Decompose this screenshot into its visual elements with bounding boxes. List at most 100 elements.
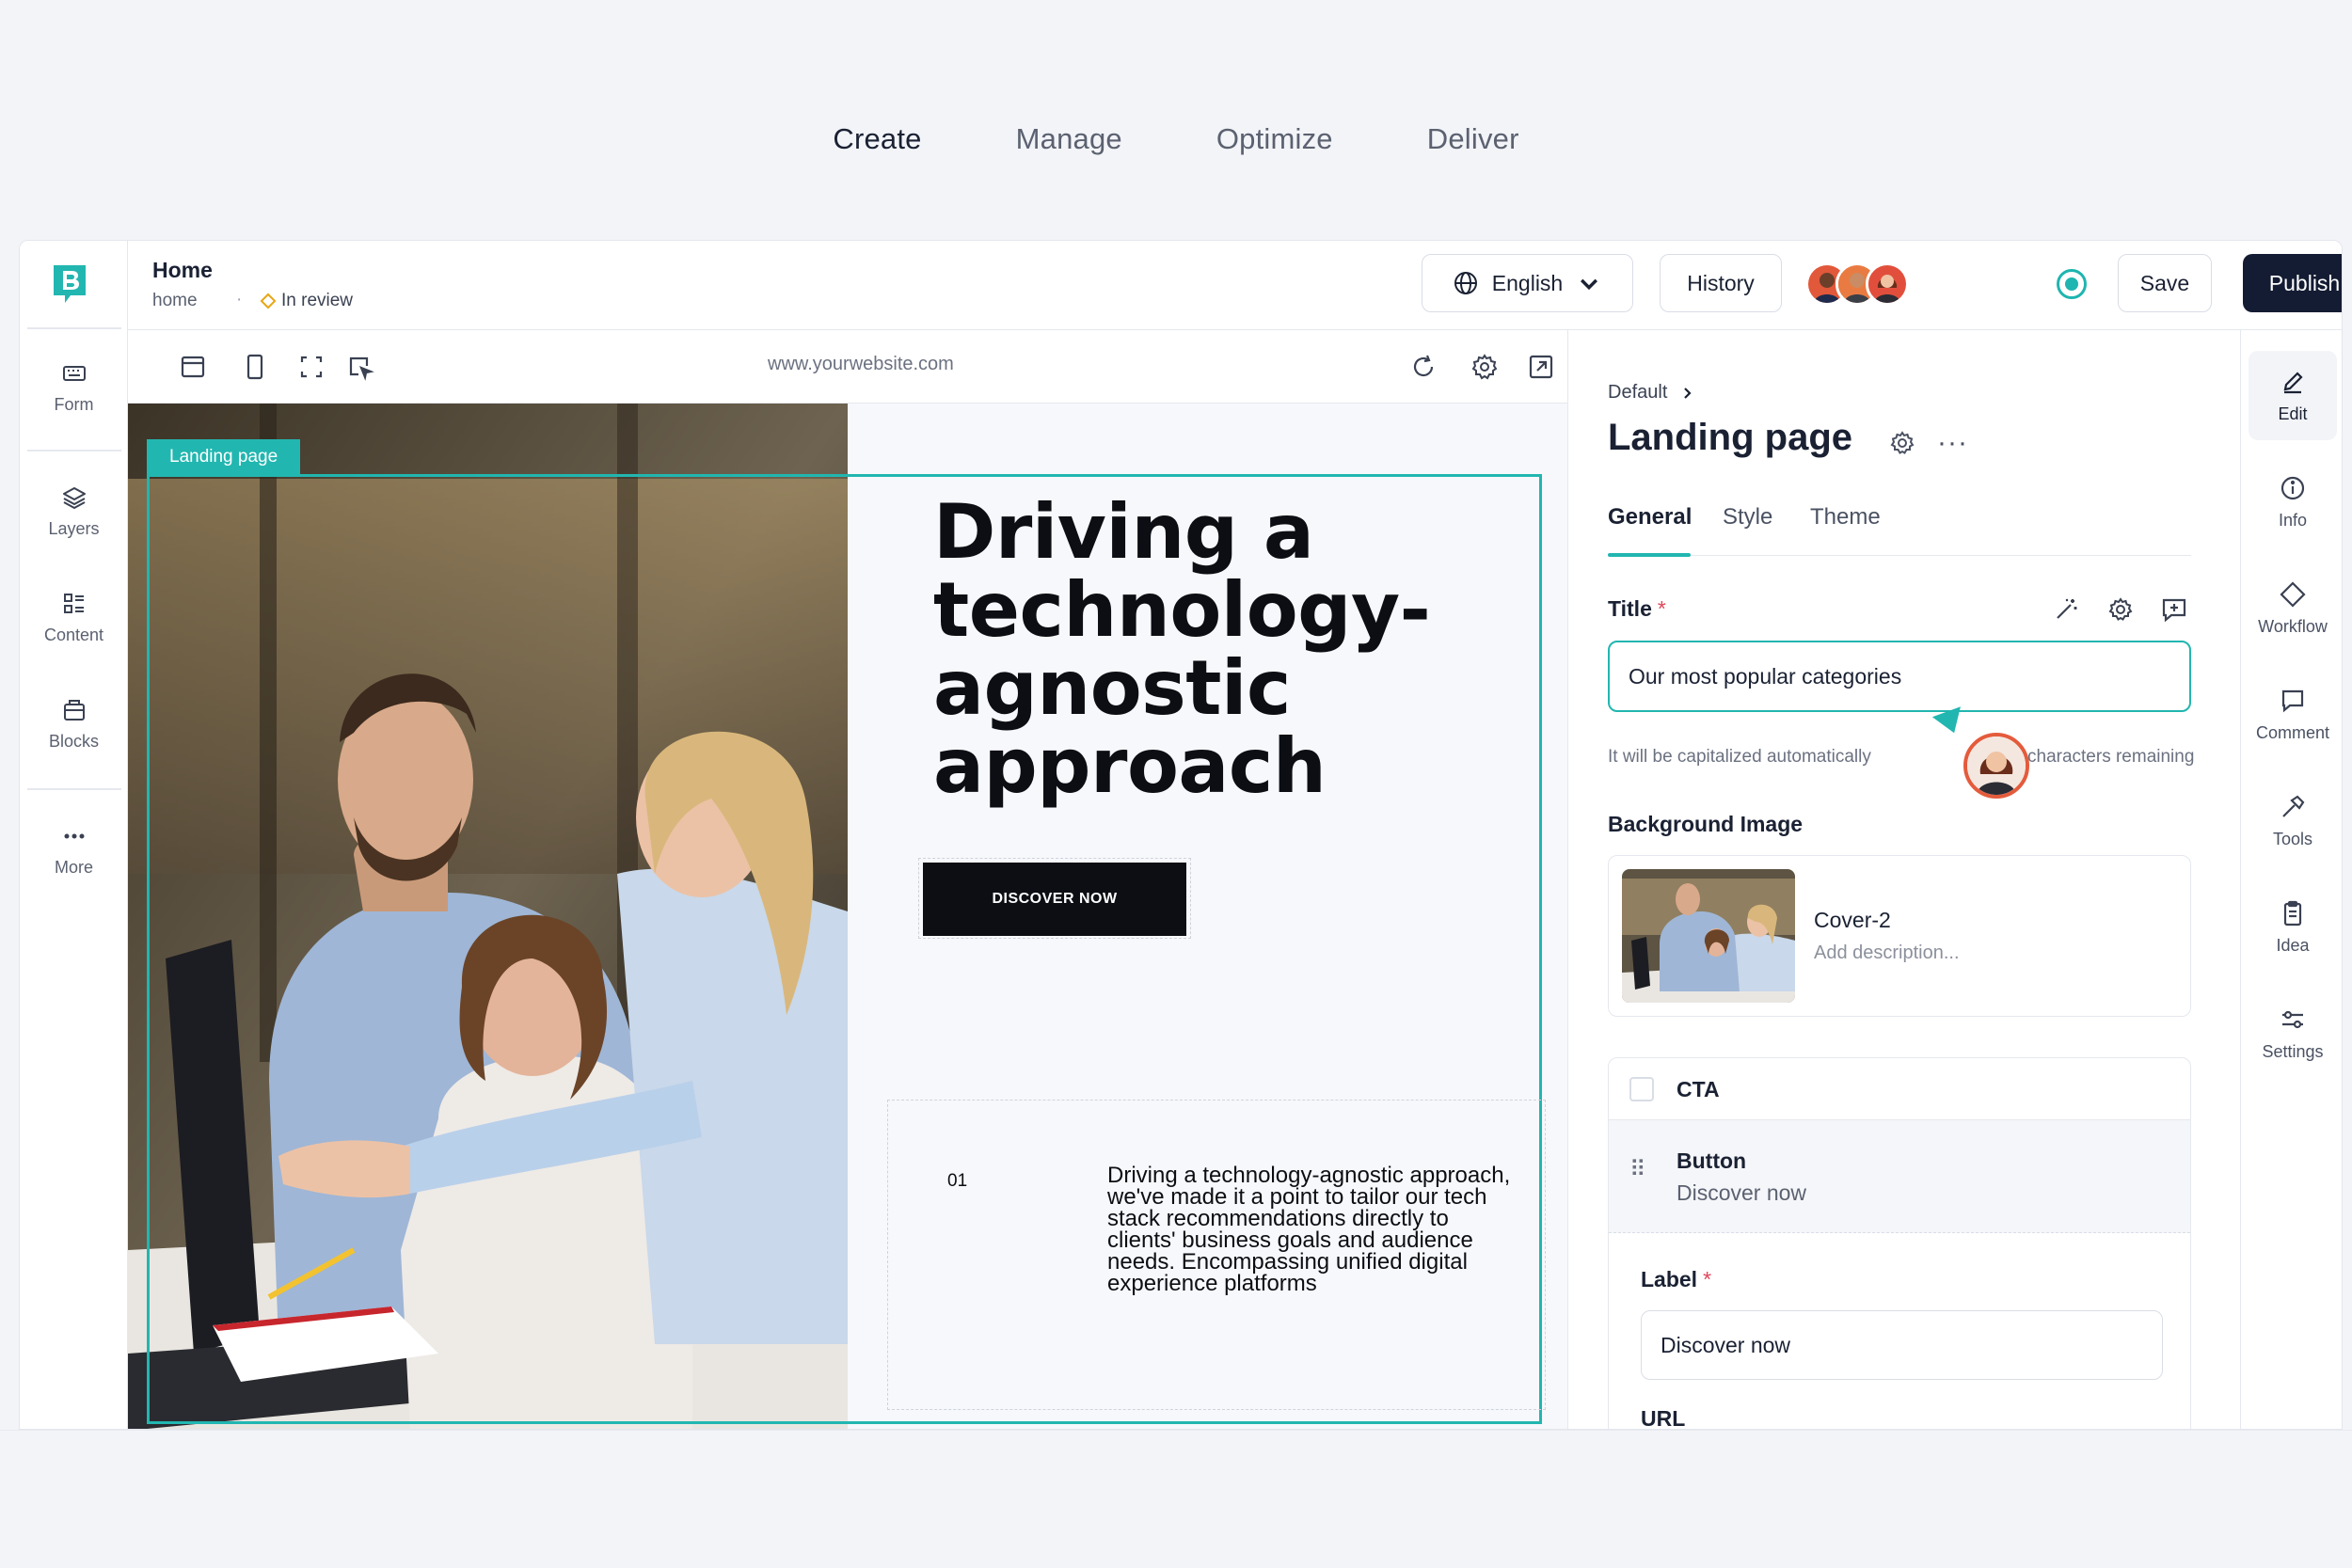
nav-create[interactable]: Create — [833, 122, 921, 174]
desktop-view-icon[interactable] — [177, 351, 209, 383]
rail-item-settings[interactable]: Settings — [2249, 989, 2337, 1078]
feature-number: 01 — [947, 1171, 968, 1191]
bottom-area — [0, 1430, 2352, 1568]
globe-icon — [1454, 272, 1477, 294]
rail-item-more[interactable]: More — [20, 807, 128, 892]
rail-item-info[interactable]: Info — [2249, 457, 2337, 546]
properties-panel: Default Landing page ··· General Style T… — [1567, 330, 2240, 1429]
drag-handle-icon[interactable]: ⠿ — [1629, 1156, 1646, 1183]
rail-item-form[interactable]: Form — [20, 344, 128, 429]
breadcrumb[interactable]: Default — [1608, 382, 1693, 404]
comment-add-icon[interactable] — [2158, 594, 2190, 626]
panel-tabs: General Style Theme — [1608, 504, 2191, 557]
required-mark: * — [1703, 1267, 1712, 1291]
gear-icon[interactable] — [1469, 351, 1501, 383]
rail-label: More — [54, 857, 93, 877]
page-name: Home — [152, 258, 213, 282]
left-rail: Form Layers Content Blocks More — [20, 241, 128, 1429]
rail-item-idea[interactable]: Idea — [2249, 882, 2337, 972]
breadcrumb-item[interactable]: Default — [1608, 382, 1667, 404]
nav-deliver[interactable]: Deliver — [1427, 122, 1519, 174]
rail-label: Edit — [2278, 404, 2308, 423]
rail-item-comment[interactable]: Comment — [2249, 670, 2337, 759]
status-label: In review — [281, 291, 354, 310]
magic-wand-icon[interactable] — [2050, 594, 2082, 626]
required-mark: * — [1657, 596, 1666, 621]
label-label-text: Label — [1641, 1267, 1698, 1291]
tab-style[interactable]: Style — [1723, 504, 1772, 531]
canvas-toolbar: www.yourwebsite.com — [128, 330, 1567, 404]
label-field-label: Label * — [1641, 1267, 1711, 1292]
label-input[interactable] — [1641, 1310, 2163, 1380]
brand-logo[interactable] — [50, 261, 89, 307]
tab-general[interactable]: General — [1608, 504, 1692, 531]
content-icon — [63, 593, 84, 613]
save-button[interactable]: Save — [2118, 254, 2212, 312]
background-image-label: Background Image — [1608, 812, 1804, 836]
rail-item-layers[interactable]: Layers — [20, 468, 128, 553]
live-status-icon[interactable] — [2057, 269, 2087, 299]
rail-label: Content — [43, 625, 104, 644]
background-image-card[interactable]: Cover-2 Add description... — [1608, 855, 2191, 1017]
title-label-text: Title — [1608, 596, 1652, 621]
page-slug: home — [152, 291, 198, 310]
hero-title[interactable]: Driving a technology-agnostic approach — [933, 493, 1545, 805]
rail-label: Comment — [2255, 723, 2330, 742]
collaborator-avatars[interactable] — [1805, 262, 1909, 306]
nav-manage[interactable]: Manage — [1016, 122, 1122, 174]
rail-divider — [27, 327, 121, 329]
sliders-icon — [2282, 1010, 2303, 1029]
keyboard-icon — [62, 365, 86, 381]
avatar[interactable] — [1866, 262, 1909, 306]
active-tab-indicator — [1608, 553, 1691, 557]
cta-button-item[interactable]: ⠿ Button Discover now — [1609, 1120, 2190, 1233]
layers-icon — [62, 486, 86, 509]
title-input[interactable] — [1608, 641, 2191, 712]
status-badge: In review — [260, 291, 354, 311]
selection-tag[interactable]: Landing page — [147, 439, 301, 475]
select-element-icon[interactable] — [344, 351, 376, 383]
gear-icon[interactable] — [2105, 594, 2137, 626]
more-options-icon[interactable]: ··· — [1937, 427, 1968, 459]
chevron-right-icon — [1684, 387, 1692, 399]
more-icon — [64, 833, 84, 838]
gear-icon[interactable] — [1888, 429, 1916, 457]
rail-label: Form — [54, 394, 94, 414]
background-thumbnail[interactable] — [1622, 869, 1795, 1003]
info-icon — [2280, 476, 2305, 500]
discover-now-button[interactable]: DISCOVER NOW — [923, 863, 1186, 936]
rail-item-tools[interactable]: Tools — [2249, 776, 2337, 865]
rail-label: Blocks — [48, 731, 99, 751]
hammer-icon — [2282, 795, 2305, 817]
mobile-view-icon[interactable] — [239, 351, 271, 383]
workflow-icon — [2280, 581, 2306, 608]
blocks-icon — [63, 699, 85, 721]
page-canvas[interactable]: Landing page Driving a technology-agnost… — [128, 404, 1567, 1429]
editor-window: Form Layers Content Blocks More Home hom… — [19, 240, 2343, 1430]
rail-label: Layers — [48, 518, 100, 538]
rail-label: Workflow — [2258, 617, 2328, 636]
rail-item-content[interactable]: Content — [20, 575, 128, 659]
rail-item-edit[interactable]: Edit — [2249, 351, 2337, 440]
background-image-description[interactable]: Add description... — [1814, 942, 1960, 964]
preview-url[interactable]: www.yourwebsite.com — [768, 354, 954, 375]
publish-split-button: Publish — [2243, 254, 2342, 312]
rail-item-blocks[interactable]: Blocks — [20, 681, 128, 766]
feature-block[interactable]: 01 Driving a technology-agnostic approac… — [887, 1100, 1546, 1410]
language-select[interactable]: English — [1422, 254, 1633, 312]
pencil-icon — [2283, 372, 2303, 394]
title-field-label: Title * — [1608, 596, 1666, 622]
rail-item-workflow[interactable]: Workflow — [2249, 563, 2337, 653]
tab-theme[interactable]: Theme — [1810, 504, 1881, 531]
nav-optimize[interactable]: Optimize — [1216, 122, 1333, 174]
publish-button[interactable]: Publish — [2243, 254, 2342, 312]
refresh-icon[interactable] — [1407, 351, 1439, 383]
history-button[interactable]: History — [1660, 254, 1782, 312]
cta-header: CTA — [1609, 1058, 2190, 1120]
rail-label: Info — [2278, 511, 2308, 530]
right-rail: Edit Info Workflow Comment Tools Idea Se… — [2240, 330, 2342, 1429]
cta-checkbox[interactable] — [1629, 1077, 1654, 1101]
fullscreen-icon[interactable] — [295, 351, 327, 383]
open-external-icon[interactable] — [1525, 351, 1557, 383]
chevron-down-icon — [1581, 278, 1598, 291]
